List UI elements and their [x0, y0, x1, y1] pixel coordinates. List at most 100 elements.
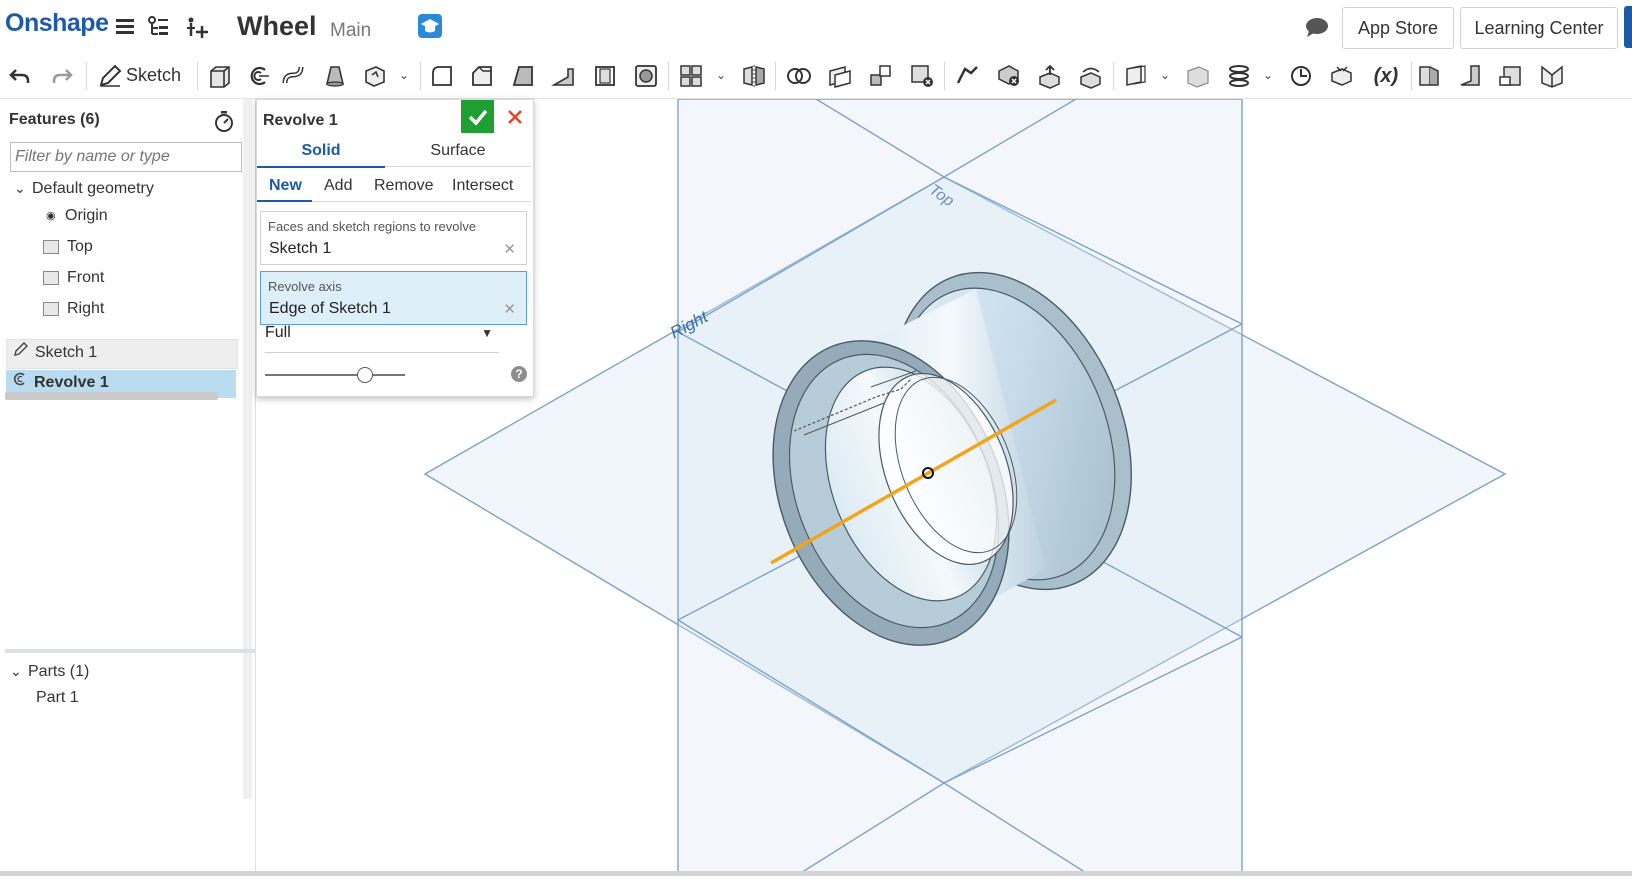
sketch-pencil-icon[interactable]	[95, 61, 125, 91]
close-icon	[507, 109, 522, 124]
revolve-icon[interactable]	[244, 61, 274, 91]
rib-icon[interactable]	[549, 61, 579, 91]
thicken-icon[interactable]	[360, 61, 390, 91]
chevron-down-icon[interactable]: ⌄	[1160, 68, 1170, 82]
delete-face-icon[interactable]	[994, 61, 1024, 91]
panel-divider[interactable]	[5, 649, 255, 653]
learning-cap-icon[interactable]	[417, 13, 443, 39]
shell-icon[interactable]	[590, 61, 620, 91]
horizontal-scrollbar[interactable]	[5, 392, 218, 400]
op-remove[interactable]: Remove	[374, 172, 434, 200]
tree-item-front[interactable]: Front	[43, 265, 104, 291]
cancel-button[interactable]	[498, 100, 531, 133]
modify-fillet-icon[interactable]	[953, 61, 983, 91]
account-tab[interactable]	[1624, 6, 1632, 48]
appearance-icon[interactable]	[1327, 61, 1357, 91]
feature-list-icon[interactable]	[146, 14, 172, 40]
tab-icon[interactable]	[1496, 61, 1526, 91]
document-title[interactable]: Wheel	[237, 11, 317, 42]
tree-item-sketch1[interactable]: Sketch 1	[6, 339, 238, 369]
revolve-type-select[interactable]: Full ▼	[265, 324, 499, 353]
op-add[interactable]: Add	[324, 172, 352, 200]
learning-center-button[interactable]: Learning Center	[1460, 7, 1618, 49]
transform-icon[interactable]	[866, 61, 896, 91]
flange-icon[interactable]	[1455, 61, 1485, 91]
replace-face-icon[interactable]	[1076, 61, 1106, 91]
rollback-timer-icon[interactable]	[212, 109, 236, 133]
redo-icon[interactable]	[47, 61, 77, 91]
axis-field-value[interactable]: Edge of Sketch 1	[269, 300, 391, 318]
op-intersect[interactable]: Intersect	[452, 172, 513, 200]
extrude-icon[interactable]	[205, 61, 235, 91]
faces-field-value[interactable]: Sketch 1	[269, 240, 331, 258]
sweep-icon[interactable]	[279, 61, 309, 91]
boolean-icon[interactable]	[784, 61, 814, 91]
sheet-metal-icon[interactable]	[1414, 61, 1444, 91]
split-icon[interactable]	[825, 61, 855, 91]
op-new[interactable]: New	[269, 172, 302, 200]
tree-item-label: Front	[67, 269, 105, 286]
insert-icon[interactable]	[184, 14, 210, 40]
mirror-icon[interactable]	[739, 61, 769, 91]
faces-field[interactable]: Faces and sketch regions to revolve Sket…	[260, 211, 527, 265]
variable-icon[interactable]: (x)	[1368, 61, 1404, 91]
revolve-dialog: Revolve 1 Solid Surface New Add Remove I…	[256, 99, 534, 397]
chamfer-icon[interactable]	[467, 61, 497, 91]
mate-connector-icon[interactable]	[1183, 61, 1213, 91]
part-item[interactable]: Part 1	[36, 685, 79, 711]
chevron-down-icon[interactable]: ⌄	[10, 658, 28, 684]
top-bar: Onshape Wheel Main App Store Learning Ce…	[0, 0, 1632, 54]
feature-toolbar: ⌄ ⌄ ⌄ ⌄ (x)	[0, 54, 1632, 99]
plane-icon	[43, 301, 59, 316]
clear-icon[interactable]: ✕	[503, 240, 516, 258]
faces-field-label: Faces and sketch regions to revolve	[268, 219, 477, 234]
sketch-pencil-icon	[13, 340, 29, 366]
parts-group[interactable]: ⌄ Parts (1)	[10, 658, 89, 684]
chevron-down-icon[interactable]: ⌄	[399, 68, 409, 82]
help-icon[interactable]: ?	[511, 366, 527, 382]
tree-item-label: Revolve 1	[34, 374, 109, 391]
fillet-icon[interactable]	[427, 61, 457, 91]
parts-label: Parts (1)	[28, 663, 90, 680]
pattern-icon[interactable]	[676, 61, 706, 91]
menu-icon[interactable]	[113, 14, 139, 40]
preview-slider-knob[interactable]	[357, 367, 373, 383]
tree-item-right[interactable]: Right	[43, 296, 104, 322]
accept-button[interactable]	[461, 100, 494, 133]
loft-icon[interactable]	[320, 61, 350, 91]
move-face-icon[interactable]	[1035, 61, 1065, 91]
app-store-button[interactable]: App Store	[1342, 7, 1454, 49]
sketch-button[interactable]: Sketch	[126, 65, 181, 86]
bend-icon[interactable]	[1537, 61, 1567, 91]
toolbar-divider	[86, 62, 87, 90]
plane-icon	[43, 239, 59, 254]
toolbar-divider	[944, 62, 945, 90]
helix-icon[interactable]	[1224, 61, 1254, 91]
dialog-title: Revolve 1	[263, 112, 338, 129]
measure-icon[interactable]	[1286, 61, 1316, 91]
default-geometry-group[interactable]: ⌄ Default geometry	[14, 175, 154, 201]
chevron-down-icon[interactable]: ⌄	[1263, 68, 1273, 82]
chat-icon[interactable]	[1304, 16, 1330, 42]
origin-icon: ◉	[46, 210, 56, 222]
branch-name[interactable]: Main	[330, 20, 371, 42]
chevron-down-icon[interactable]: ⌄	[716, 68, 726, 82]
onshape-logo[interactable]: Onshape	[5, 9, 109, 38]
tree-item-top[interactable]: Top	[43, 234, 93, 260]
draft-icon[interactable]	[508, 61, 538, 91]
preview-slider-track[interactable]	[265, 374, 405, 376]
revolve-axis-field[interactable]: Revolve axis Edge of Sketch 1 ✕	[260, 271, 527, 325]
chevron-down-icon[interactable]: ⌄	[14, 175, 32, 201]
tab-solid[interactable]: Solid	[257, 136, 385, 168]
undo-icon[interactable]	[5, 61, 35, 91]
clear-icon[interactable]: ✕	[503, 300, 516, 318]
hole-icon[interactable]	[631, 61, 661, 91]
plane-icon[interactable]	[1121, 61, 1151, 91]
axis-field-label: Revolve axis	[268, 279, 342, 294]
delete-part-icon[interactable]	[907, 61, 937, 91]
tree-item-origin[interactable]: ◉ Origin	[46, 203, 108, 229]
vertical-scrollbar[interactable]	[243, 99, 252, 799]
feature-filter-input[interactable]	[10, 142, 242, 172]
caret-down-icon: ▼	[481, 326, 493, 340]
tab-surface[interactable]: Surface	[385, 136, 531, 167]
